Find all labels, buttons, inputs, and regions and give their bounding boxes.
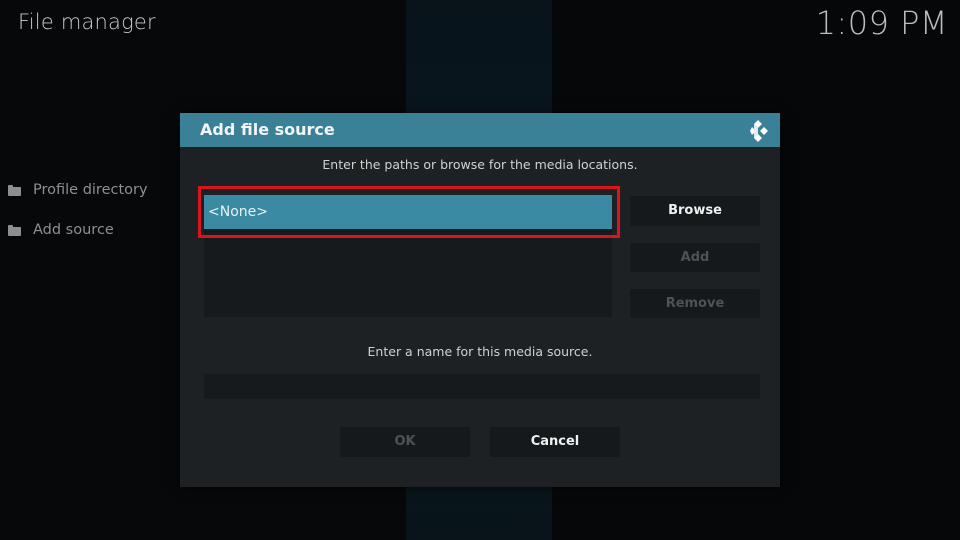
path-list[interactable]: <None>: [204, 195, 612, 317]
cancel-button[interactable]: Cancel: [490, 427, 620, 457]
sidebar-item-label: Profile directory: [33, 182, 148, 198]
path-item-none[interactable]: <None>: [204, 195, 612, 229]
folder-icon: [8, 184, 21, 196]
add-file-source-dialog: Add file source Enter the paths or brows…: [180, 113, 780, 487]
page-title: File manager: [18, 10, 156, 34]
source-name-input[interactable]: [204, 374, 760, 399]
name-instruction: Enter a name for this media source.: [367, 344, 593, 359]
source-list: Profile directory Add source: [8, 170, 148, 250]
dialog-header: Add file source: [180, 113, 780, 147]
sidebar-item-profile-directory[interactable]: Profile directory: [8, 170, 148, 210]
clock: 1:09 PM: [815, 4, 948, 42]
sidebar-item-label: Add source: [33, 222, 114, 238]
ok-button[interactable]: OK: [340, 427, 470, 457]
kodi-logo-icon: [750, 120, 768, 142]
browse-button[interactable]: Browse: [630, 196, 760, 226]
paths-instruction: Enter the paths or browse for the media …: [322, 157, 638, 172]
dialog-title: Add file source: [200, 120, 335, 139]
sidebar-item-add-source[interactable]: Add source: [8, 210, 148, 250]
folder-icon: [8, 224, 21, 236]
add-button[interactable]: Add: [630, 243, 760, 272]
remove-button[interactable]: Remove: [630, 289, 760, 318]
